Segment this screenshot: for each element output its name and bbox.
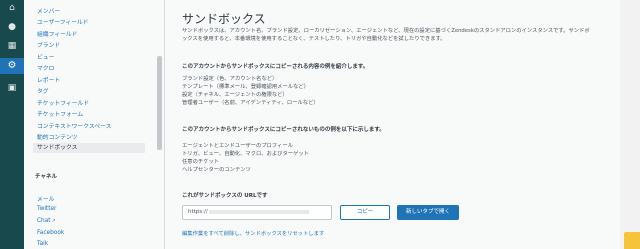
nav-item-chat[interactable]: Chat↗ [37,218,56,224]
nav-item-email[interactable]: メール [37,194,54,203]
help-widget[interactable] [624,232,640,249]
nav-item-sandbox[interactable]: サンドボックス [33,143,145,153]
nav-item-facebook[interactable]: Facebook [37,230,64,236]
sandbox-url-label: これがサンドボックスの URLです [182,193,268,199]
nav-item-reports[interactable]: レポート [37,75,60,84]
copied-item: 管理者ユーザー（名前、アイデンティティ、ロールなど） [182,100,319,106]
not-copied-item: 任意のチケット [182,159,220,165]
nav-item-talk[interactable]: Talk [37,241,48,247]
admin-nav: メンバー ユーザーフィールド 組織フィールド ブランド ビュー マクロ レポート… [24,0,165,249]
nav-heading-channels: チャネル [35,174,57,180]
redacted-url [208,209,309,214]
nav-item-macros[interactable]: マクロ [37,63,54,72]
nav-item-user-fields[interactable]: ユーザーフィールド [37,17,89,26]
nav-item-ticket-forms[interactable]: チケットフォーム [37,109,83,118]
copy-button[interactable]: コピー [340,205,390,220]
copied-item: テンプレート（標準メール、登録確認用メールなど） [182,84,309,90]
home-icon[interactable]: ⌂ [6,3,18,13]
nav-item-context-workspaces[interactable]: コンテキストワークスペース [37,121,111,130]
nav-item-org-fields[interactable]: 組織フィールド [37,29,77,38]
window-margin [620,0,640,249]
nav-item-twitter[interactable]: Twitter [37,206,56,212]
sandbox-url-value: https:// [188,209,208,215]
copied-item: 設定（チャネル、エージェントの権限など） [182,92,288,98]
not-copied-heading: このアカウントからサンドボックスにコピーされないものの例を以下に示します。 [182,127,385,133]
sandbox-url-field[interactable]: https:// [182,205,332,220]
page-title: サンドボックス [182,12,266,26]
open-new-tab-button[interactable]: 新しいタブで開く [397,205,459,220]
nav-item-ticket-fields[interactable]: チケットフィールド [37,98,89,107]
building-icon[interactable]: ▦ [6,41,18,51]
nav-item-chat-label: Chat [37,218,51,224]
sandbox-panel: サンドボックス サンドボックスは、アカウント名、ブランド設定、ローカリゼーション… [165,0,620,249]
external-link-icon: ↗ [51,218,56,224]
nav-item-brands[interactable]: ブランド [37,40,60,49]
nav-item-tags[interactable]: タグ [37,86,49,95]
not-copied-item: エージェントとエンドユーザーのプロフィール [182,143,293,149]
nav-item-dynamic-content[interactable]: 動的コンテンツ [37,132,78,141]
reset-sandbox-link[interactable]: 編集作業をすべて削除し、サンドボックスをリセットします [182,229,324,237]
not-copied-item: トリガ、ビュー、自動化、マクロ、およびターゲット [182,151,309,157]
product-rail: ⌂ ● ▦ ▤ ⚙ ▣ [0,0,24,249]
copied-heading: このアカウントからサンドボックスにコピーされる内容の例を紹介します。 [182,64,369,70]
nav-item-views[interactable]: ビュー [37,52,54,61]
nav-scrollbar[interactable] [157,56,162,150]
copied-item: ブランド設定（色、アカウント名など） [182,76,278,82]
users-icon[interactable]: ● [6,22,18,32]
page-description: サンドボックスは、アカウント名、ブランド設定、ローカリゼーション、エージェントな… [182,28,590,42]
nav-item-members[interactable]: メンバー [37,6,60,15]
apps-icon[interactable]: ▣ [6,83,18,93]
not-copied-item: ヘルプセンターのコンテンツ [182,167,251,173]
gear-icon[interactable]: ⚙ [0,58,24,74]
